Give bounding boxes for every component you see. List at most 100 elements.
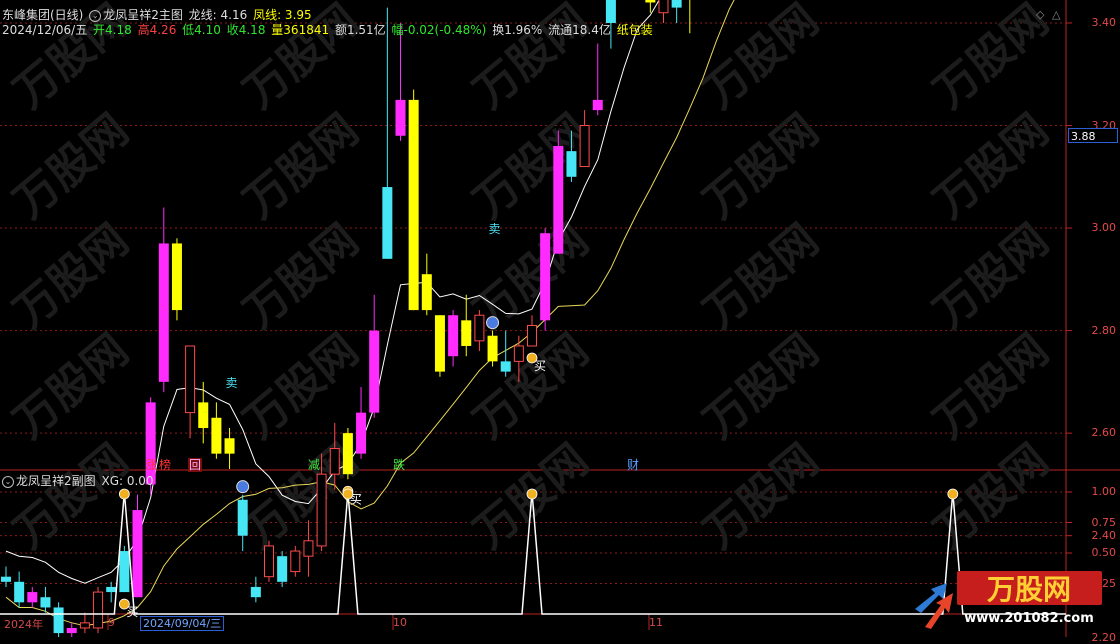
candle-body — [369, 330, 380, 413]
phoenix-line-value: 凤线: 3.95 — [253, 8, 312, 22]
event-tag-limit-up[interactable]: 涨 — [145, 458, 157, 472]
event-tag-fall[interactable]: 跌 — [393, 458, 405, 472]
candle-body — [14, 581, 25, 603]
sub-axis-label: 1.00 — [1091, 485, 1117, 498]
sub-indicator-name[interactable]: 龙凤呈祥2副图 — [16, 474, 96, 488]
x-label-sep: 9 — [108, 616, 115, 629]
dragon-line-value: 龙线: 4.16 — [188, 8, 248, 22]
candle-body — [171, 243, 182, 311]
logo-text: 万股网 — [987, 573, 1071, 606]
watermark-text: 万股网 — [4, 215, 138, 339]
indicator-name[interactable]: 龙凤呈祥2主图 — [103, 8, 183, 22]
sell-label: 卖 — [226, 376, 238, 390]
candle-body — [316, 473, 327, 547]
candle-body — [645, 0, 656, 3]
candle-body — [579, 125, 590, 168]
quote-date: 2024/12/06/五 — [2, 23, 88, 37]
candle-body — [198, 402, 209, 429]
candle-body — [592, 99, 603, 111]
candle-body — [356, 412, 367, 454]
candle-body — [40, 597, 51, 608]
candle-body — [474, 314, 485, 342]
candle-body — [527, 324, 537, 347]
candle-body — [66, 627, 77, 634]
candle-body — [211, 417, 222, 454]
quote-low: 低4.10 — [182, 23, 221, 37]
chevron-down-icon[interactable]: ⌄ — [89, 9, 102, 22]
sub-axis-label: 0.50 — [1091, 546, 1117, 559]
candle-body — [224, 438, 235, 454]
candle-body — [382, 187, 393, 259]
sell-label: 卖 — [489, 222, 501, 236]
current-price-label: 3.88 — [1068, 128, 1118, 143]
watermark-text: 万股网 — [694, 215, 828, 339]
event-tag-finance[interactable]: 财 — [627, 458, 639, 472]
quote-turnover: 换1.96% — [492, 23, 543, 37]
watermark-text: 万股网 — [4, 325, 138, 449]
watermark-text: 万股网 — [464, 0, 598, 118]
event-tag-buyback[interactable]: 回 — [188, 458, 203, 472]
event-tag-reduce[interactable]: 减 — [308, 458, 320, 472]
price-axis-label: 3.40 — [1091, 15, 1117, 29]
candle-body — [290, 550, 301, 573]
candle-body — [264, 545, 274, 578]
candle-body — [421, 274, 432, 311]
candle-body — [79, 622, 90, 629]
candle-body — [408, 99, 419, 311]
buy-label: 买 — [534, 359, 546, 373]
event-tag-rank[interactable]: 榜 — [159, 458, 171, 472]
candle-body — [513, 345, 524, 362]
candle-body — [540, 233, 551, 321]
diamond-icon[interactable]: ◇ — [1036, 8, 1044, 21]
candle-body — [448, 315, 459, 357]
candle-body — [250, 586, 261, 598]
candle-body — [553, 146, 564, 254]
signal-coin-icon — [526, 488, 538, 500]
watermark-text: 万股网 — [924, 325, 1058, 449]
watermark-text: 万股网 — [694, 105, 828, 229]
price-axis-label: 2.40 — [1091, 528, 1117, 542]
quote-amount: 额1.51亿 — [334, 23, 386, 37]
main-header: 东峰集团(日线) ⌄ 龙凤呈祥2主图 龙线: 4.16 凤线: 3.95 — [2, 8, 314, 22]
xg-value: XG: 0.00 — [101, 474, 154, 488]
candle-body — [566, 151, 577, 177]
watermark-text: 万股网 — [694, 0, 828, 118]
candle-body — [434, 315, 445, 372]
candle-body — [461, 320, 472, 346]
sell-face-icon — [486, 316, 500, 330]
candle-body — [342, 433, 353, 475]
sell-face-icon — [236, 480, 250, 494]
candle-body — [185, 345, 196, 414]
price-axis-label: 2.60 — [1091, 426, 1117, 440]
triangle-up-icon[interactable]: △ — [1052, 8, 1060, 21]
chevron-down-icon[interactable]: ⌄ — [2, 475, 14, 488]
candle-body — [119, 551, 130, 593]
candle-body — [93, 591, 104, 629]
watermark-text: 万股网 — [924, 105, 1058, 229]
watermark-text: 万股网 — [694, 435, 828, 559]
quote-volume: 量361841 — [271, 23, 330, 37]
signal-coin-icon — [342, 488, 354, 500]
stock-title[interactable]: 东峰集团(日线) — [2, 8, 83, 22]
quote-change: 幅-0.02(-0.48%) — [391, 23, 487, 37]
candle-body — [277, 556, 288, 582]
selected-date[interactable]: 2024/09/04/三 — [140, 616, 225, 631]
watermark-text: 万股网 — [464, 105, 598, 229]
price-axis-label: 3.00 — [1091, 221, 1117, 235]
candle-body — [132, 510, 143, 598]
candle-body — [237, 499, 248, 536]
x-label-nov: 11 — [649, 616, 663, 629]
candle-body — [487, 335, 498, 362]
watermark-text: 万股网 — [234, 105, 368, 229]
candle-body — [53, 607, 64, 634]
quote-row: 2024/12/06/五 开4.18 高4.26 低4.10 收4.18 量36… — [2, 23, 655, 37]
kline-chart[interactable]: 万股网 万股网 万股网 万股网 万股网万股网 万股网 万股网 万股网 万股网万股网 万股网 万股网万… — [0, 0, 1120, 637]
candle-body — [658, 0, 669, 14]
candle-body — [605, 0, 616, 23]
candle-body — [303, 540, 314, 557]
buy-label: 买 — [126, 605, 138, 619]
signal-markers: 买买买买卖卖卖←2.174.27→ — [118, 222, 546, 619]
signal-coin-icon — [118, 488, 130, 500]
candle-body — [500, 361, 511, 372]
x-label-year: 2024年 — [4, 618, 43, 631]
